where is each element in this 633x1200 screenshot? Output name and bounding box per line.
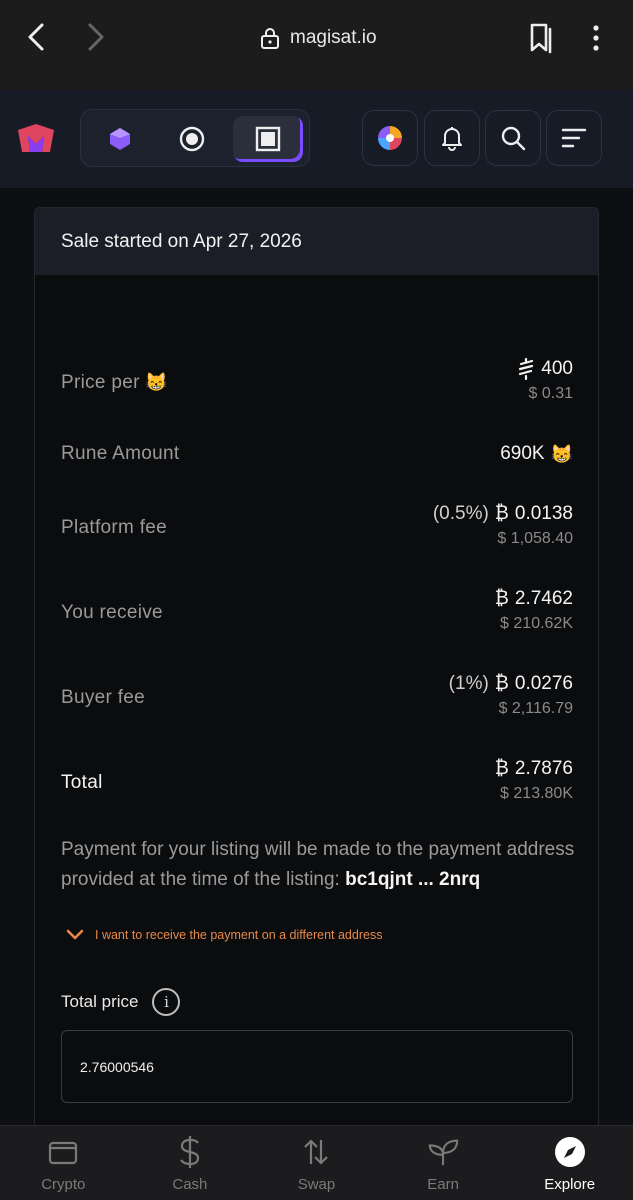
nav-swap-label: Swap: [297, 1176, 336, 1193]
buyer-fee-btc: 0.0276: [514, 673, 573, 694]
cat-emoji-icon: 😸: [145, 372, 169, 392]
nav-explore-label: Explore: [544, 1176, 596, 1193]
total-usd: $ 213.80K: [500, 785, 573, 802]
chevron-down-icon: [66, 929, 84, 940]
circle-icon: [179, 126, 205, 152]
price-per-value: 400 $ 0.31: [517, 358, 573, 403]
info-icon[interactable]: i: [152, 988, 181, 1016]
wheel-icon: [378, 126, 402, 150]
wheel-button[interactable]: [362, 110, 418, 166]
browser-toolbar: magisat.io: [0, 0, 633, 90]
bell-icon: [442, 127, 462, 151]
more-options-icon[interactable]: [582, 20, 610, 56]
search-button[interactable]: [485, 110, 541, 166]
price-per-usd: $ 0.31: [528, 385, 573, 402]
swap-icon: [304, 1139, 329, 1165]
rune-amount-label: Rune Amount: [61, 443, 180, 464]
wallet-icon: [49, 1141, 78, 1165]
rune-amount-number: 690K: [500, 443, 545, 464]
platform-fee-value: (0.5%) ₿ 0.0138 $ 1,058.40: [433, 503, 573, 548]
buyer-fee-label: Buyer fee: [61, 687, 146, 708]
sale-title: Sale started on Apr 27, 2026: [61, 230, 302, 252]
platform-fee-usd: $ 1,058.40: [497, 530, 573, 547]
platform-fee-percent: (0.5%): [432, 503, 489, 524]
you-receive-label: You receive: [61, 602, 163, 623]
collection-type-switcher: [80, 109, 310, 167]
bottom-navigation: Crypto Cash Swap Earn Explore: [0, 1125, 633, 1200]
nav-crypto[interactable]: Crypto: [0, 1126, 127, 1200]
buyer-fee-value: (1%) ₿ 0.0276 $ 2,116.79: [449, 673, 573, 718]
different-address-toggle[interactable]: I want to receive the payment on a diffe…: [65, 928, 382, 942]
gem-icon: [110, 128, 130, 150]
app-header: [0, 90, 633, 188]
leaf-icon: [428, 1139, 459, 1166]
segment-circle[interactable]: [157, 116, 227, 162]
address-bar[interactable]: magisat.io: [260, 22, 377, 54]
bitcoin-icon: ₿: [494, 758, 509, 779]
price-per-label: Price per 😸: [61, 372, 169, 393]
price-per-sats: 400: [541, 358, 573, 379]
menu-button[interactable]: [546, 110, 602, 166]
total-value: ₿ 2.7876 $ 213.80K: [495, 758, 573, 803]
bitcoin-icon: ₿: [494, 673, 509, 694]
back-arrow-icon[interactable]: [20, 20, 54, 54]
platform-fee-btc: 0.0138: [514, 503, 573, 524]
total-btc: 2.7876: [514, 758, 573, 779]
bitcoin-icon: ₿: [494, 588, 509, 609]
nav-explore[interactable]: Explore: [506, 1126, 633, 1200]
segment-square[interactable]: [233, 116, 303, 162]
nav-earn[interactable]: Earn: [380, 1126, 507, 1200]
rune-amount-value: 690K 😸: [500, 443, 573, 465]
segment-gem[interactable]: [85, 116, 155, 162]
lock-icon: [261, 28, 279, 49]
search-icon: [501, 126, 526, 151]
total-label: Total: [61, 772, 103, 793]
nav-swap[interactable]: Swap: [253, 1126, 380, 1200]
sale-card: Sale started on Apr 27, 2026 Price per 😸…: [34, 207, 599, 1127]
sats-icon: [519, 358, 534, 380]
notifications-button[interactable]: [424, 110, 480, 166]
payment-info-text: Payment for your listing will be made to…: [61, 839, 575, 890]
magisat-logo[interactable]: [16, 122, 56, 156]
buyer-fee-usd: $ 2,116.79: [498, 700, 573, 717]
bitcoin-icon: ₿: [494, 503, 509, 524]
you-receive-value: ₿ 2.7462 $ 210.62K: [495, 588, 573, 633]
total-price-label-row: Total price i: [61, 988, 181, 1016]
nav-cash-label: Cash: [172, 1176, 208, 1193]
total-price-label: Total price: [61, 992, 139, 1011]
nav-crypto-label: Crypto: [41, 1176, 86, 1193]
you-receive-usd: $ 210.62K: [500, 615, 573, 632]
sale-card-header: Sale started on Apr 27, 2026: [35, 208, 598, 275]
bookmarks-icon[interactable]: [524, 20, 558, 56]
total-price-input[interactable]: [61, 1030, 573, 1103]
cat-emoji-icon: 😸: [550, 443, 573, 464]
different-address-label: I want to receive the payment on a diffe…: [95, 928, 383, 942]
menu-icon: [561, 128, 587, 148]
platform-fee-label: Platform fee: [61, 517, 168, 538]
nav-cash[interactable]: Cash: [127, 1126, 254, 1200]
you-receive-btc: 2.7462: [514, 588, 573, 609]
payment-address: bc1qjnt ... 2nrq: [345, 869, 481, 890]
nav-earn-label: Earn: [427, 1176, 459, 1193]
forward-arrow-icon[interactable]: [78, 20, 112, 54]
compass-icon: [554, 1137, 585, 1167]
square-icon: [255, 126, 281, 152]
buyer-fee-percent: (1%): [448, 673, 489, 694]
url-text: magisat.io: [290, 27, 377, 48]
dollar-icon: [179, 1136, 199, 1168]
